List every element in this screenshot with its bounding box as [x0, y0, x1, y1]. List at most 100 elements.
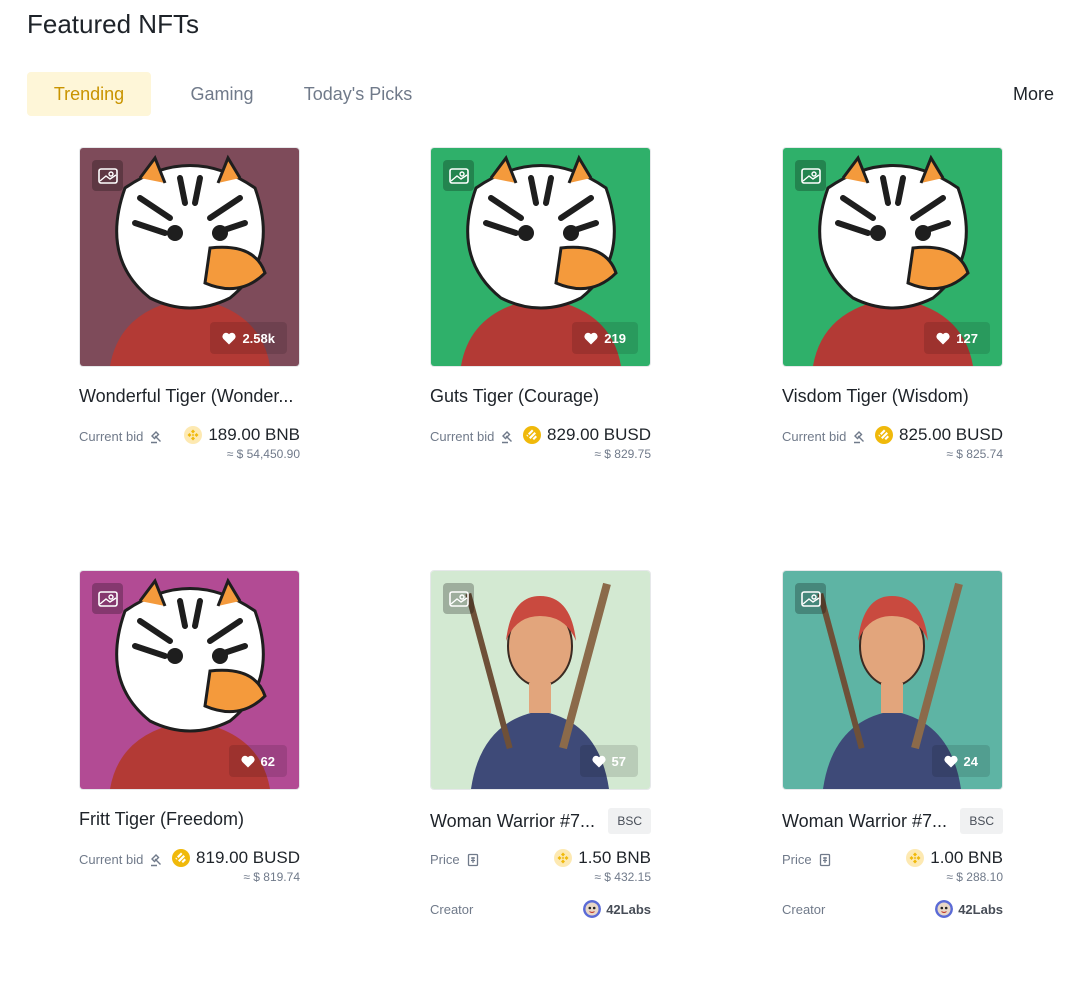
image-media-icon — [443, 583, 474, 614]
price-label-text: Price — [782, 852, 812, 867]
nft-artwork[interactable]: 57 — [430, 570, 651, 790]
page-title: Featured NFTs — [27, 9, 199, 39]
nft-name[interactable]: Woman Warrior #7... — [430, 810, 595, 832]
nft-card[interactable]: 2.58k Wonderful Tiger (Wonder... Current… — [79, 147, 300, 461]
price-amount: 189.00 BNB — [208, 425, 300, 444]
price-label-text: Current bid — [79, 429, 144, 444]
usd-estimate: ≈ $ 432.15 — [594, 870, 651, 884]
like-count: 219 — [604, 330, 626, 346]
auction-gavel-icon — [854, 430, 865, 443]
chain-badge: BSC — [960, 808, 1003, 834]
heart-icon — [591, 755, 606, 767]
like-button[interactable]: 2.58k — [210, 322, 287, 354]
nft-name-row: Fritt Tiger (Freedom) — [79, 808, 300, 830]
image-media-icon — [92, 160, 123, 191]
price-label: Current bid — [782, 429, 866, 444]
image-media-icon — [92, 583, 123, 614]
nft-artwork[interactable]: 219 — [430, 147, 651, 367]
bnb-coin-icon — [906, 849, 925, 867]
tab-gaming[interactable]: Gaming — [163, 72, 281, 116]
nft-name[interactable]: Wonderful Tiger (Wonder... — [79, 385, 293, 407]
creator-name: 42Labs — [958, 901, 1003, 917]
image-media-icon — [443, 160, 474, 191]
more-link[interactable]: More — [1013, 72, 1054, 116]
tab-todays-picks[interactable]: Today's Picks — [293, 72, 423, 116]
tab-trending[interactable]: Trending — [27, 72, 151, 116]
image-media-icon — [795, 160, 826, 191]
price-value: 1.50 BNB — [554, 848, 651, 868]
creator-row: Creator 42Labs — [430, 900, 651, 920]
nft-card[interactable]: 127 Visdom Tiger (Wisdom) Current bid 82… — [782, 147, 1003, 461]
price-row: Current bid 825.00 BUSD — [782, 425, 1003, 447]
price-amount: 819.00 BUSD — [196, 848, 300, 867]
auction-gavel-icon — [151, 430, 162, 443]
creator-label: Creator — [782, 902, 826, 917]
fixed-price-tag-icon — [819, 853, 830, 866]
nft-name[interactable]: Guts Tiger (Courage) — [430, 385, 599, 407]
like-button[interactable]: 57 — [579, 745, 638, 777]
creator-link[interactable]: 42Labs — [935, 900, 1003, 918]
price-amount: 825.00 BUSD — [899, 425, 1003, 444]
bnb-coin-icon — [554, 849, 573, 867]
price-amount: 1.00 BNB — [930, 848, 1003, 867]
price-label: Current bid — [79, 429, 163, 444]
nft-name-row: Wonderful Tiger (Wonder... — [79, 385, 300, 407]
price-row: Current bid 819.00 BUSD — [79, 848, 300, 870]
creator-avatar — [583, 900, 602, 918]
like-count: 24 — [963, 753, 978, 769]
usd-estimate: ≈ $ 54,450.90 — [226, 447, 300, 461]
heart-icon — [936, 332, 950, 344]
price-value: 819.00 BUSD — [172, 848, 300, 868]
nft-name[interactable]: Visdom Tiger (Wisdom) — [782, 385, 969, 407]
heart-icon — [240, 755, 255, 767]
price-label: Price — [430, 852, 480, 867]
auction-gavel-icon — [502, 430, 513, 443]
busd-coin-icon — [523, 426, 542, 444]
heart-icon — [943, 755, 958, 767]
like-button[interactable]: 62 — [228, 745, 287, 777]
auction-gavel-icon — [151, 853, 162, 866]
nft-card[interactable]: 24 Woman Warrior #7... BSC Price 1.00 BN… — [782, 570, 1003, 918]
bnb-coin-icon — [184, 426, 203, 444]
creator-name: 42Labs — [606, 901, 651, 917]
price-row: Current bid 189.00 BNB — [79, 425, 300, 447]
price-value: 825.00 BUSD — [875, 425, 1003, 445]
nft-artwork[interactable]: 127 — [782, 147, 1003, 367]
creator-link[interactable]: 42Labs — [583, 900, 651, 918]
price-row: Current bid 829.00 BUSD — [430, 425, 651, 447]
nft-artwork[interactable]: 2.58k — [79, 147, 300, 367]
nft-card[interactable]: 57 Woman Warrior #7... BSC Price 1.50 BN… — [430, 570, 651, 918]
nft-name[interactable]: Woman Warrior #7... — [782, 810, 947, 832]
usd-estimate: ≈ $ 829.75 — [594, 447, 651, 461]
chain-badge: BSC — [608, 808, 651, 834]
price-row: Price 1.50 BNB — [430, 848, 651, 870]
heart-icon — [584, 332, 598, 344]
nft-name-row: Woman Warrior #7... BSC — [430, 808, 651, 834]
busd-coin-icon — [875, 426, 894, 444]
nft-artwork[interactable]: 24 — [782, 570, 1003, 790]
like-button[interactable]: 219 — [572, 322, 638, 354]
like-button[interactable]: 24 — [931, 745, 990, 777]
usd-estimate: ≈ $ 819.74 — [243, 870, 300, 884]
creator-label: Creator — [430, 902, 474, 917]
image-media-icon — [795, 583, 826, 614]
price-amount: 1.50 BNB — [578, 848, 651, 867]
like-count: 2.58k — [242, 330, 275, 346]
featured-nfts-page: Featured NFTs Trending Gaming Today's Pi… — [0, 0, 1080, 995]
creator-avatar — [935, 900, 954, 918]
like-count: 62 — [260, 753, 275, 769]
creator-row: Creator 42Labs — [782, 900, 1003, 920]
nft-card[interactable]: 219 Guts Tiger (Courage) Current bid 829… — [430, 147, 651, 461]
price-label: Current bid — [79, 852, 163, 867]
price-label-text: Price — [430, 852, 460, 867]
nft-name[interactable]: Fritt Tiger (Freedom) — [79, 808, 244, 830]
usd-estimate: ≈ $ 288.10 — [946, 870, 1003, 884]
nft-artwork[interactable]: 62 — [79, 570, 300, 790]
price-label: Price — [782, 852, 832, 867]
price-label-text: Current bid — [79, 852, 144, 867]
heart-icon — [222, 332, 237, 344]
nft-card[interactable]: 62 Fritt Tiger (Freedom) Current bid 819… — [79, 570, 300, 884]
price-label-text: Current bid — [430, 429, 495, 444]
like-button[interactable]: 127 — [924, 322, 990, 354]
price-row: Price 1.00 BNB — [782, 848, 1003, 870]
